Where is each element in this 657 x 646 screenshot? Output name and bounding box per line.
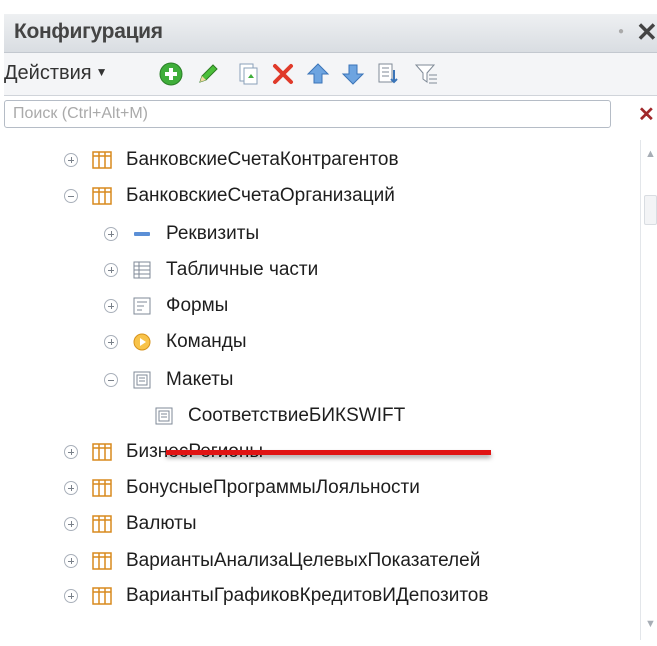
tabular-parts-icon [133,261,151,279]
search-bar: ✕ [4,100,657,134]
panel-title: Конфигурация [14,20,163,43]
table-icon [92,479,112,497]
tree-node-label: БанковскиеСчетаОрганизаций [126,185,395,206]
table-icon [92,443,112,461]
sort-icon[interactable] [374,60,402,88]
tree-node-label: Формы [166,295,229,316]
copy-icon[interactable] [234,60,262,88]
add-icon[interactable] [157,60,185,88]
table-icon [92,587,112,605]
expand-icon[interactable] [104,335,118,349]
tree-node-label: ВариантыАнализаЦелевыхПоказателей [126,550,481,571]
scroll-up-icon[interactable]: ▲ [645,148,656,160]
tree-node[interactable]: Формы [104,288,228,324]
tree-node[interactable]: БонусныеПрограммыЛояльности [64,470,420,506]
toolbar: Действия ▼ [4,53,657,96]
vertical-scrollbar[interactable]: ▲ ▼ [640,140,657,640]
commands-icon [133,333,151,351]
move-up-icon[interactable] [304,60,332,88]
tree-node[interactable]: ВариантыГрафиковКредитовИДепозитов [64,578,488,614]
attributes-icon [134,232,150,236]
move-down-icon[interactable] [339,60,367,88]
tree-node[interactable]: Макеты [104,362,233,398]
expand-icon[interactable] [64,445,78,459]
tree-node-label: БонусныеПрограммыЛояльности [126,477,420,498]
expand-icon[interactable] [64,589,78,603]
table-icon [92,552,112,570]
title-bar: Конфигурация ● ✕ [4,14,657,53]
tree-node-label: Реквизиты [166,223,260,244]
expand-icon[interactable] [104,263,118,277]
tree-node[interactable]: ВариантыАнализаЦелевыхПоказателей [64,543,480,579]
tree-node-label: СоответствиеБИКSWIFT [188,405,406,426]
tree-node[interactable]: Реквизиты [104,216,259,252]
tree-node-label: Табличные части [166,259,319,280]
clear-search-icon[interactable]: ✕ [638,102,655,127]
expand-icon[interactable] [64,481,78,495]
expand-icon[interactable] [64,517,78,531]
filter-icon[interactable] [412,60,440,88]
tree-node-label: Макеты [166,369,234,390]
pin-icon[interactable]: ● [618,26,624,37]
actions-label: Действия [4,62,92,84]
expand-icon[interactable] [64,554,78,568]
tree-node-label: Команды [166,331,247,352]
expand-icon[interactable] [64,153,78,167]
collapse-icon[interactable] [64,189,78,203]
expand-icon[interactable] [104,227,118,241]
collapse-icon[interactable] [104,373,118,387]
actions-menu-button[interactable]: Действия ▼ [4,62,108,85]
tree-node-label: Валюты [126,513,197,534]
search-input[interactable] [4,100,611,128]
tree-node[interactable]: Команды [104,324,247,360]
table-icon [92,151,112,169]
tree-node-label: ВариантыГрафиковКредитовИДепозитов [126,585,489,606]
configuration-panel: Конфигурация ● ✕ Действия ▼ Поиск (Ctrl+… [0,0,657,646]
scrollbar-thumb[interactable] [644,195,657,225]
tree-node[interactable]: БанковскиеСчетаКонтрагентов [64,142,399,178]
delete-icon[interactable] [269,60,297,88]
tree-node[interactable]: Валюты [64,506,197,542]
scroll-down-icon[interactable]: ▼ [645,618,656,630]
template-icon [155,407,173,425]
highlight-underline [166,450,491,455]
tree-node-label: БанковскиеСчетаКонтрагентов [126,149,399,170]
tree-node[interactable]: БанковскиеСчетаОрганизаций [64,178,395,214]
edit-icon[interactable] [194,60,222,88]
table-icon [92,187,112,205]
metadata-tree: БанковскиеСчетаКонтрагентов БанковскиеСче… [4,140,640,640]
tree-node[interactable]: Табличные части [104,252,318,288]
table-icon [92,515,112,533]
forms-icon [133,297,151,315]
templates-icon [133,371,151,389]
close-icon[interactable]: ✕ [636,17,657,48]
expand-icon[interactable] [104,299,118,313]
tree-node[interactable]: СоответствиеБИКSWIFT [154,398,405,434]
chevron-down-icon: ▼ [95,65,108,79]
